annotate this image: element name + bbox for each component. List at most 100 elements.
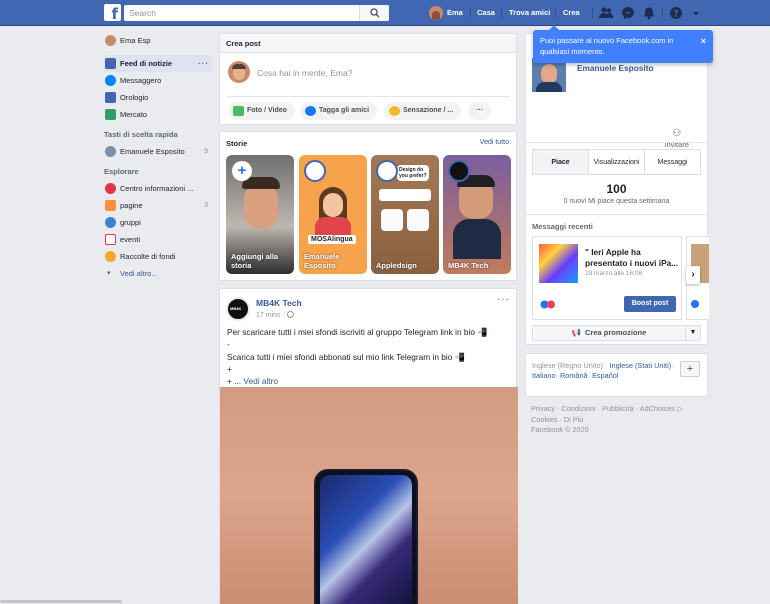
feed-post: MB4K Tech 17 mins · ··· Per scaricare tu… xyxy=(219,288,518,604)
post-author[interactable]: MB4K Tech xyxy=(256,298,302,308)
language-link[interactable]: Italiano xyxy=(532,371,556,380)
story-card[interactable]: Design do you prefer? Appledsign xyxy=(371,155,439,274)
user-name: Ema xyxy=(447,8,463,17)
story-card[interactable]: MOSAlingua Emanuele Esposito xyxy=(299,155,367,274)
page-stats-tabs: Piace Visualizzazioni Messaggi xyxy=(532,149,701,175)
chevron-right-icon[interactable]: › xyxy=(686,266,700,284)
divider xyxy=(501,8,502,18)
profile-link[interactable]: Ema xyxy=(429,0,469,26)
sidebar-item-label: Feed di notizie xyxy=(120,59,173,68)
recent-post-title[interactable]: " Ieri Apple ha presentato i nuovi iPa..… xyxy=(585,247,680,268)
language-list: Inglese (Regno Unito) · Inglese (Stati U… xyxy=(532,361,674,380)
see-more-link[interactable]: ▾ Vedi altro... xyxy=(104,265,212,282)
post-time: 17 mins · xyxy=(256,311,294,319)
likes-subtitle: 0 nuovi Mi piace questa settimana xyxy=(563,198,670,205)
create-promotion-button[interactable]: 📢 Crea promozione ▼ xyxy=(532,325,701,341)
friend-requests-icon[interactable] xyxy=(599,6,613,20)
feeling-button[interactable]: Sensazione / ... xyxy=(384,102,462,120)
footer-link[interactable]: Condizioni xyxy=(561,404,595,413)
feeling-icon xyxy=(389,106,400,116)
recent-post-card[interactable]: " Ieri Apple ha presentato i nuovi iPa..… xyxy=(532,236,682,320)
sidebar-item-info-center[interactable]: Centro informazioni ... xyxy=(104,180,212,197)
see-more-link[interactable]: Vedi altro xyxy=(243,376,278,386)
post-line: Per scaricare tutti i miei sfondi iscriv… xyxy=(227,327,488,337)
post-composer-input[interactable]: Cosa hai in mente, Ema? xyxy=(257,68,352,78)
airpods-case-image xyxy=(407,209,429,231)
home-link[interactable]: Casa xyxy=(477,0,495,26)
footer-link[interactable]: Pubblicità xyxy=(602,404,634,413)
tab-views[interactable]: Visualizzazioni xyxy=(589,150,645,174)
globe-icon xyxy=(286,311,294,318)
sidebar-profile[interactable]: Ema Esp xyxy=(104,32,212,49)
language-link[interactable]: Inglese (Stati Uniti) xyxy=(609,361,671,370)
avatar[interactable] xyxy=(226,297,250,321)
promo-text: Crea promozione xyxy=(585,328,647,337)
copyright: Facebook © 2020 xyxy=(531,425,589,434)
action-label: Foto / Video xyxy=(247,107,287,114)
facebook-logo-icon[interactable]: f xyxy=(104,4,121,21)
airpods-case-image xyxy=(381,209,403,231)
more-actions-button[interactable]: ··· xyxy=(468,102,491,120)
footer-link[interactable]: Di Più xyxy=(564,415,583,424)
phone-image xyxy=(314,469,418,604)
post-line-text: + ... xyxy=(227,376,242,387)
tab-likes[interactable]: Piace xyxy=(533,150,589,174)
chevron-down-icon[interactable]: ▼ xyxy=(685,326,700,340)
invite-button[interactable]: ⚇ Invitare xyxy=(664,128,689,149)
sidebar-item-fundraisers[interactable]: Raccolte di fondi xyxy=(104,248,212,265)
sidebar-item-messenger[interactable]: Messaggero xyxy=(104,72,212,89)
see-all-link[interactable]: Vedi tutto xyxy=(480,139,509,146)
find-friends-link[interactable]: Trova amici xyxy=(509,0,550,26)
close-icon[interactable]: × xyxy=(701,36,706,47)
tag-friends-button[interactable]: Tagga gli amici xyxy=(300,102,378,120)
sidebar-item-label: Mercato xyxy=(120,110,148,119)
sidebar-item-groups[interactable]: gruppi xyxy=(104,214,212,231)
search-input[interactable] xyxy=(124,5,364,21)
story-caption: Design do you prefer? xyxy=(397,165,429,181)
action-label: Sensazione / ... xyxy=(403,107,454,114)
footer-link[interactable]: AdChoices xyxy=(640,404,675,413)
sidebar-item-news-feed[interactable]: Feed di notizie ··· xyxy=(104,55,212,72)
avatar xyxy=(376,160,398,182)
search-button[interactable] xyxy=(359,5,389,21)
add-story-icon: + xyxy=(232,161,252,181)
add-story-card[interactable]: + Aggiungi alla storia xyxy=(226,155,294,274)
story-illustration xyxy=(379,189,431,201)
page-name[interactable]: Emanuele Esposito xyxy=(577,63,654,73)
create-link[interactable]: Crea xyxy=(563,0,580,26)
sidebar-item-watch[interactable]: Orologio xyxy=(104,89,212,106)
new-facebook-tooltip: Puoi passare al nuovo Facebook.com in qu… xyxy=(533,25,713,63)
story-card[interactable]: MB4K Tech xyxy=(443,155,511,274)
footer-link[interactable]: Privacy xyxy=(531,404,555,413)
sidebar-item-label: eventi xyxy=(120,235,141,244)
sidebar-item-shortcut[interactable]: Emanuele Esposito 9 xyxy=(104,143,212,160)
sidebar-item-marketplace[interactable]: Mercato xyxy=(104,106,212,123)
horizontal-scrollbar[interactable] xyxy=(0,600,122,603)
tag-friends-icon xyxy=(305,106,316,116)
footer-link[interactable]: Cookies xyxy=(531,415,557,424)
post-options-icon[interactable]: ··· xyxy=(497,294,510,305)
notifications-icon[interactable] xyxy=(642,6,656,20)
account-menu-icon[interactable] xyxy=(691,6,701,20)
sidebar-item-pages[interactable]: pagine 3 xyxy=(104,197,212,214)
boost-post-button[interactable]: Boost post xyxy=(624,296,676,312)
post-image[interactable] xyxy=(220,387,518,604)
likes-count: 100 xyxy=(606,182,627,196)
post-timestamp[interactable]: 17 mins · xyxy=(256,312,285,319)
page-avatar[interactable] xyxy=(532,58,566,92)
language-link[interactable]: Română xyxy=(560,371,588,380)
tab-messages[interactable]: Messaggi xyxy=(645,150,700,174)
more-options-icon[interactable]: ··· xyxy=(198,55,209,72)
stories-card: Storie Vedi tutto + Aggiungi alla storia… xyxy=(219,131,517,281)
messenger-icon[interactable] xyxy=(621,6,635,20)
language-link[interactable]: Español xyxy=(592,371,618,380)
divider xyxy=(592,8,593,18)
calendar-icon xyxy=(105,234,116,245)
photo-video-button[interactable]: Foto / Video xyxy=(228,102,295,120)
story-brand-text: MOSAlingua xyxy=(308,235,356,244)
help-icon[interactable]: ? xyxy=(669,6,683,20)
add-language-button[interactable]: + xyxy=(680,361,700,377)
see-more-label: Vedi altro... xyxy=(120,269,158,278)
story-label: MB4K Tech xyxy=(448,261,489,270)
sidebar-item-events[interactable]: eventi xyxy=(104,231,212,248)
